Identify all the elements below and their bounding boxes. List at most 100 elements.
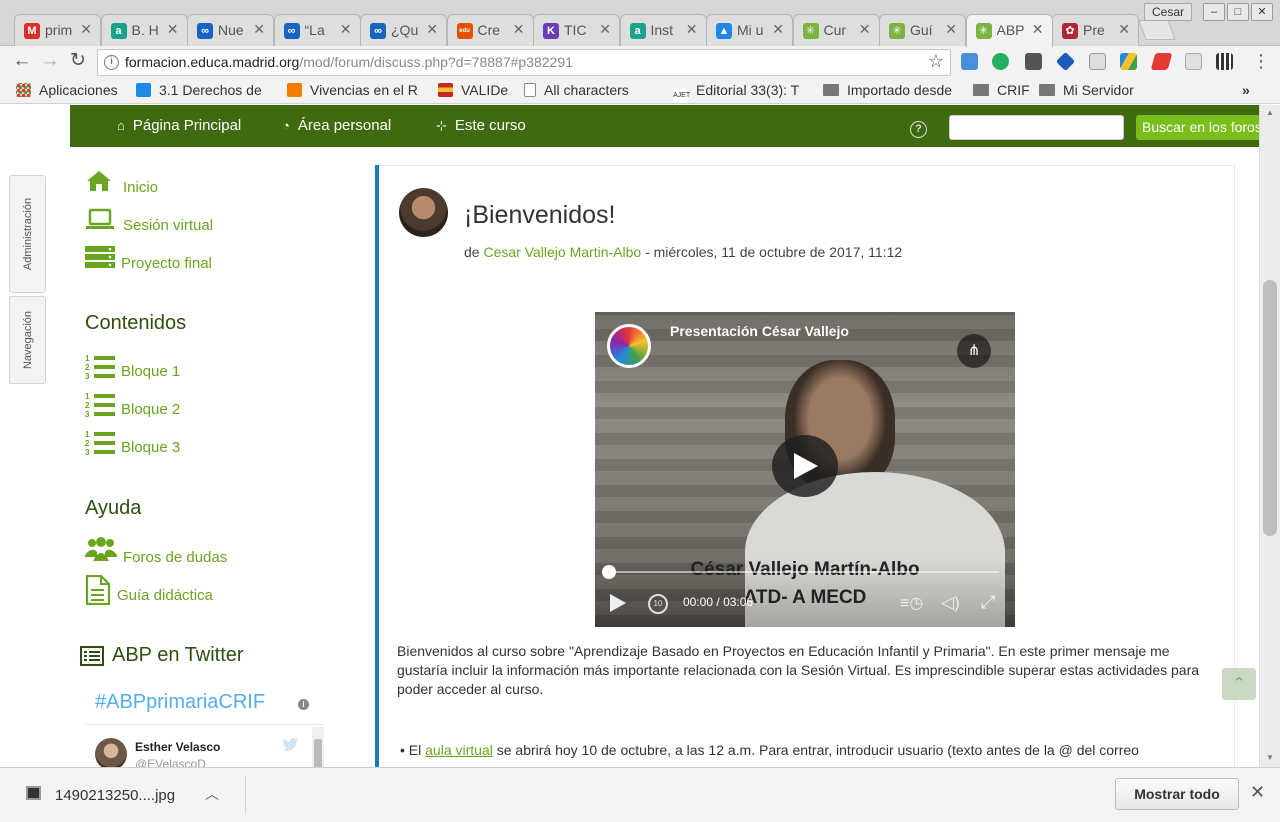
extension-keep-icon[interactable] [1025,53,1042,70]
page-info-icon[interactable]: i [104,55,119,70]
browser-tab[interactable]: ▲ Mi u ✕ [706,14,793,46]
twitter-scroll-thumb[interactable] [314,739,322,767]
share-icon[interactable]: ⋔ [957,334,991,368]
author-avatar[interactable] [399,188,448,237]
tab-close-icon[interactable]: ✕ [426,21,438,38]
channel-logo-icon[interactable] [607,324,651,368]
nav-course-link[interactable]: ⊹ Este curso [436,117,526,134]
tab-close-icon[interactable]: ✕ [686,21,698,38]
maximize-window-button[interactable]: □ [1227,3,1249,21]
scroll-down-icon[interactable]: ▼ [1266,753,1274,762]
extension-layers-icon[interactable] [1055,51,1076,72]
video-title[interactable]: Presentación César Vallejo [670,323,849,339]
twitter-scrollbar[interactable] [312,727,324,767]
volume-icon[interactable]: ◁) [941,594,960,612]
browser-tab[interactable]: ✳ Guí ✕ [879,14,966,46]
administration-side-tab[interactable]: Administración [9,175,46,293]
download-divider [245,776,246,814]
browser-tab[interactable]: a Inst ✕ [619,14,707,46]
tab-close-icon[interactable]: ✕ [1118,21,1130,38]
extension-evernote-icon[interactable] [992,53,1009,70]
extension-eraser-icon[interactable] [1150,53,1173,70]
browser-tab[interactable]: ∞ “La ✕ [273,14,361,46]
video-progress-thumb[interactable] [602,565,616,579]
tab-close-icon[interactable]: ✕ [513,21,525,38]
new-tab-button[interactable] [1138,20,1176,40]
extension-t-icon[interactable] [961,53,978,70]
navigation-side-tab[interactable]: Navegación [9,296,46,384]
tab-close-icon[interactable]: ✕ [599,21,611,38]
bookmark-folder-importado[interactable]: Importado desde [823,82,952,98]
bookmark-vivencias[interactable]: Vivencias en el R [287,82,418,98]
browser-tab[interactable]: ∞ Nue ✕ [187,14,274,46]
drive-extension-icon[interactable] [1120,53,1137,70]
aula-virtual-link[interactable]: aula virtual [425,742,493,758]
address-bar[interactable]: i formacion.educa.madrid.org/mod/forum/d… [97,49,951,76]
tab-close-icon[interactable]: ✕ [340,21,352,38]
browser-tab[interactable]: K TIC ✕ [533,14,620,46]
tab-close-icon[interactable]: ✕ [80,21,92,38]
minimize-window-button[interactable]: – [1203,3,1225,21]
bookmark-folder-servidor[interactable]: Mi Servidor [1039,82,1134,98]
browser-tab[interactable]: ✿ Pre ✕ [1052,14,1139,46]
profile-button[interactable]: Cesar [1144,3,1192,21]
bookmark-valide[interactable]: VALIDe [438,82,508,98]
bookmark-apps[interactable]: Aplicaciones [16,82,118,98]
info-icon[interactable]: i [298,699,309,710]
avatar[interactable] [95,738,127,767]
bookmark-folder-crif[interactable]: CRIF [973,82,1030,98]
back-button[interactable]: ← [10,50,34,74]
extension-page-icon[interactable] [1089,53,1106,70]
chrome-menu-icon[interactable]: ⋮ [1252,51,1270,71]
twitter-hashtag-link[interactable]: #ABPprimariaCRIF [95,691,265,714]
browser-tab[interactable]: edu Cre ✕ [446,14,534,46]
extension-film-icon[interactable] [1216,53,1233,70]
forum-search-input[interactable] [949,115,1124,140]
forward-button[interactable]: → [38,50,62,74]
menu-label: Guía didáctica [117,587,213,604]
video-progress-track[interactable] [602,565,999,579]
scroll-up-icon[interactable]: ▲ [1266,108,1274,117]
page-scroll-thumb[interactable] [1263,280,1277,536]
tweet-user-name[interactable]: Esther Velasco [135,740,220,754]
nav-home-link[interactable]: ⌂ Página Principal [117,117,241,134]
tab-close-icon[interactable]: ✕ [859,21,871,38]
browser-tab[interactable]: a B. H ✕ [100,14,188,46]
scroll-to-top-button[interactable]: ⌃ [1222,668,1256,700]
author-link[interactable]: Cesar Vallejo Martin-Albo [483,244,641,260]
playback-speed-icon[interactable]: ≡◷ [900,595,924,613]
download-file-name[interactable]: 1490213250....jpg [55,787,175,804]
tweet-user-handle[interactable]: @EVelascoD [135,757,206,767]
help-icon[interactable]: ? [910,121,927,138]
extension-doc-icon[interactable] [1185,53,1202,70]
forum-search-button[interactable]: Buscar en los foros [1136,115,1259,140]
bookmark-editorial[interactable]: AJET Editorial 33(3): T [673,82,799,103]
tab-close-icon[interactable]: ✕ [945,21,957,38]
tab-close-icon[interactable]: ✕ [167,21,179,38]
close-window-button[interactable]: ✕ [1251,3,1273,21]
tab-title: Guí [910,22,933,38]
tab-close-icon[interactable]: ✕ [253,21,265,38]
play-overlay-button[interactable] [772,435,838,497]
video-player[interactable]: Presentación César Vallejo ⋔ César Valle… [595,312,1015,627]
chevron-up-icon[interactable]: ︿ [205,784,219,804]
browser-tab[interactable]: ✳ Cur ✕ [792,14,880,46]
fullscreen-icon[interactable]: ⤢ [981,593,995,611]
rewind-10-icon[interactable]: 10 [648,594,668,614]
browser-tab[interactable]: Mprim ✕ [14,14,101,46]
browser-tab[interactable]: ✳ ABP ✕ [965,14,1053,47]
close-icon[interactable]: ✕ [1250,782,1265,803]
bookmarks-overflow-icon[interactable]: » [1242,82,1250,98]
svg-text:1: 1 [85,392,90,401]
play-icon[interactable] [609,594,627,612]
page-scrollbar[interactable]: ▲ ▼ [1259,105,1280,767]
bookmark-derechos[interactable]: 3.1 Derechos de [136,82,262,98]
bookmark-all-characters[interactable]: All characters [524,82,629,98]
tab-close-icon[interactable]: ✕ [772,21,784,38]
bookmark-star-icon[interactable]: ☆ [928,51,944,72]
show-all-downloads-button[interactable]: Mostrar todo [1115,778,1239,810]
tab-close-icon[interactable]: ✕ [1032,21,1044,38]
reload-button[interactable]: ↻ [66,50,90,74]
nav-dashboard-link[interactable]: ◔ Área personal [282,117,391,134]
browser-tab[interactable]: ∞ ¿Qu ✕ [360,14,447,46]
